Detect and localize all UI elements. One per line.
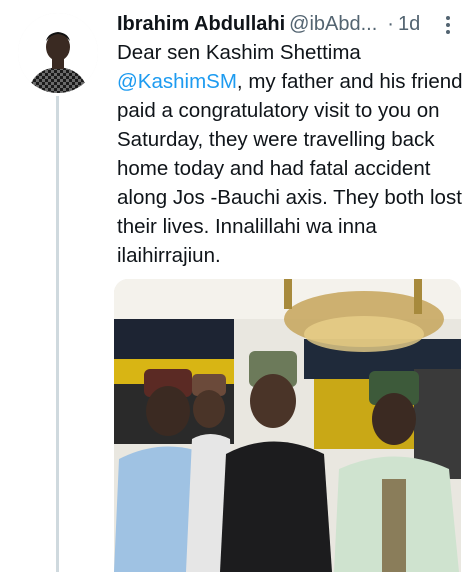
tweet-header: Ibrahim Abdullahi @ibAbd... · 1d <box>117 11 437 37</box>
separator-dot: · <box>387 13 394 35</box>
thread-line <box>56 96 59 572</box>
avatar[interactable] <box>18 13 98 93</box>
more-vertical-icon[interactable] <box>442 14 454 38</box>
author-name[interactable]: Ibrahim Abdullahi <box>117 13 285 35</box>
tweet-photo[interactable] <box>114 279 461 572</box>
tweet-timestamp[interactable]: 1d <box>398 13 420 35</box>
avatar-photo <box>18 13 98 93</box>
tweet-text: Dear sen Kashim Shettima @KashimSM, my f… <box>117 38 467 270</box>
author-handle[interactable]: @ibAbd... <box>289 13 377 35</box>
photo-image <box>114 279 461 572</box>
tweet-text-end: , my father and his friend paid a congra… <box>117 70 463 267</box>
mention-link[interactable]: @KashimSM <box>117 70 237 93</box>
tweet-text-start: Dear sen Kashim Shettima <box>117 41 361 64</box>
